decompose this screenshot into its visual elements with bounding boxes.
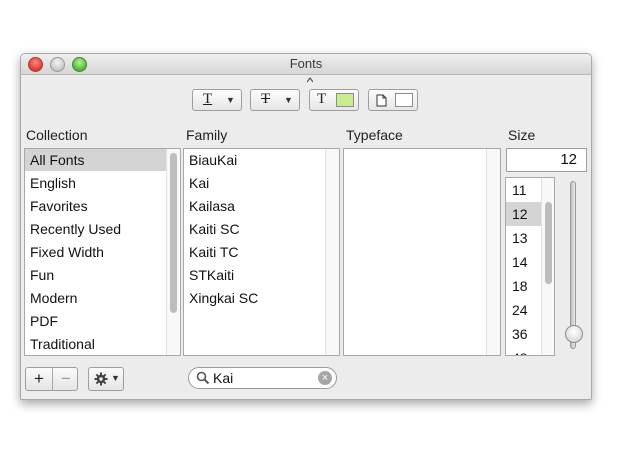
collection-item-modern[interactable]: Modern — [25, 287, 167, 309]
size-item-24[interactable]: 24 — [506, 298, 541, 322]
font-search-field[interactable]: × — [188, 367, 337, 389]
family-item-kai[interactable]: Kai — [184, 172, 324, 194]
family-scrollbar[interactable] — [325, 149, 339, 355]
document-icon — [376, 94, 387, 107]
size-item-36[interactable]: 36 — [506, 322, 541, 346]
collection-item-pdf[interactable]: PDF — [25, 310, 167, 332]
size-slider-knob[interactable] — [565, 325, 583, 343]
text-color-button[interactable]: T — [309, 89, 359, 111]
size-scroll-thumb[interactable] — [545, 202, 552, 284]
fonts-window: Fonts T ▼ T ▼ T Collection Family Typefa… — [20, 53, 592, 400]
family-item-stkaiti[interactable]: STKaiti — [184, 264, 324, 286]
family-item-kaiti-sc[interactable]: Kaiti SC — [184, 218, 324, 240]
action-menu-button[interactable]: ▼ — [88, 367, 124, 391]
collection-item-traditional[interactable]: Traditional — [25, 333, 167, 355]
size-item-11[interactable]: 11 — [506, 178, 541, 202]
gear-icon — [94, 372, 108, 386]
chevron-down-icon: ▼ — [226, 95, 235, 105]
family-column-header: Family — [186, 127, 228, 143]
size-input[interactable]: 12 — [506, 148, 587, 172]
text-color-icon: T — [317, 91, 327, 107]
collection-list: All Fonts English Favorites Recently Use… — [24, 148, 181, 356]
toolbar-toggle-handle-icon[interactable] — [307, 77, 313, 83]
collection-scroll-thumb[interactable] — [170, 153, 177, 313]
family-item-biaukai[interactable]: BiauKai — [184, 149, 324, 171]
size-item-48[interactable]: 48 — [506, 346, 541, 355]
size-slider-track[interactable] — [570, 181, 576, 349]
typeface-list — [343, 148, 501, 356]
remove-collection-button[interactable]: − — [53, 368, 79, 390]
text-color-swatch[interactable] — [336, 93, 354, 107]
size-scrollbar[interactable] — [541, 178, 554, 355]
search-icon — [196, 371, 210, 385]
collection-item-favorites[interactable]: Favorites — [25, 195, 167, 217]
search-input[interactable] — [213, 370, 308, 386]
size-item-12[interactable]: 12 — [506, 202, 541, 226]
family-list: BiauKai Kai Kailasa Kaiti SC Kaiti TC ST… — [183, 148, 340, 356]
family-item-xingkai-sc[interactable]: Xingkai SC — [184, 287, 324, 309]
collection-add-remove-control: + − — [25, 367, 78, 391]
typeface-column-header: Typeface — [346, 127, 403, 143]
size-column-header: Size — [508, 127, 536, 143]
size-item-13[interactable]: 13 — [506, 226, 541, 250]
window-title: Fonts — [289, 56, 323, 71]
collection-item-fixed-width[interactable]: Fixed Width — [25, 241, 167, 263]
size-item-14[interactable]: 14 — [506, 250, 541, 274]
collection-item-all-fonts[interactable]: All Fonts — [25, 149, 167, 171]
collection-scrollbar[interactable] — [166, 149, 180, 355]
size-list: 11 12 13 14 18 24 36 48 — [505, 177, 555, 356]
collection-column-header: Collection — [26, 127, 88, 143]
text-strikethrough-button[interactable]: T ▼ — [250, 89, 300, 111]
family-item-kailasa[interactable]: Kailasa — [184, 195, 324, 217]
strikethrough-icon: T — [261, 91, 271, 107]
clear-search-icon[interactable]: × — [318, 371, 332, 385]
collection-item-english[interactable]: English — [25, 172, 167, 194]
underline-icon: T — [203, 91, 213, 107]
document-color-swatch[interactable] — [395, 93, 413, 107]
add-collection-button[interactable]: + — [26, 368, 52, 390]
size-item-18[interactable]: 18 — [506, 274, 541, 298]
document-color-button[interactable] — [368, 89, 418, 111]
collection-item-recently-used[interactable]: Recently Used — [25, 218, 167, 240]
text-underline-button[interactable]: T ▼ — [192, 89, 242, 111]
chevron-down-icon: ▼ — [284, 95, 293, 105]
family-item-kaiti-tc[interactable]: Kaiti TC — [184, 241, 324, 263]
chevron-down-icon: ▼ — [111, 373, 120, 383]
collection-item-fun[interactable]: Fun — [25, 264, 167, 286]
typeface-scrollbar[interactable] — [486, 149, 500, 355]
title-bar: Fonts — [21, 54, 591, 75]
